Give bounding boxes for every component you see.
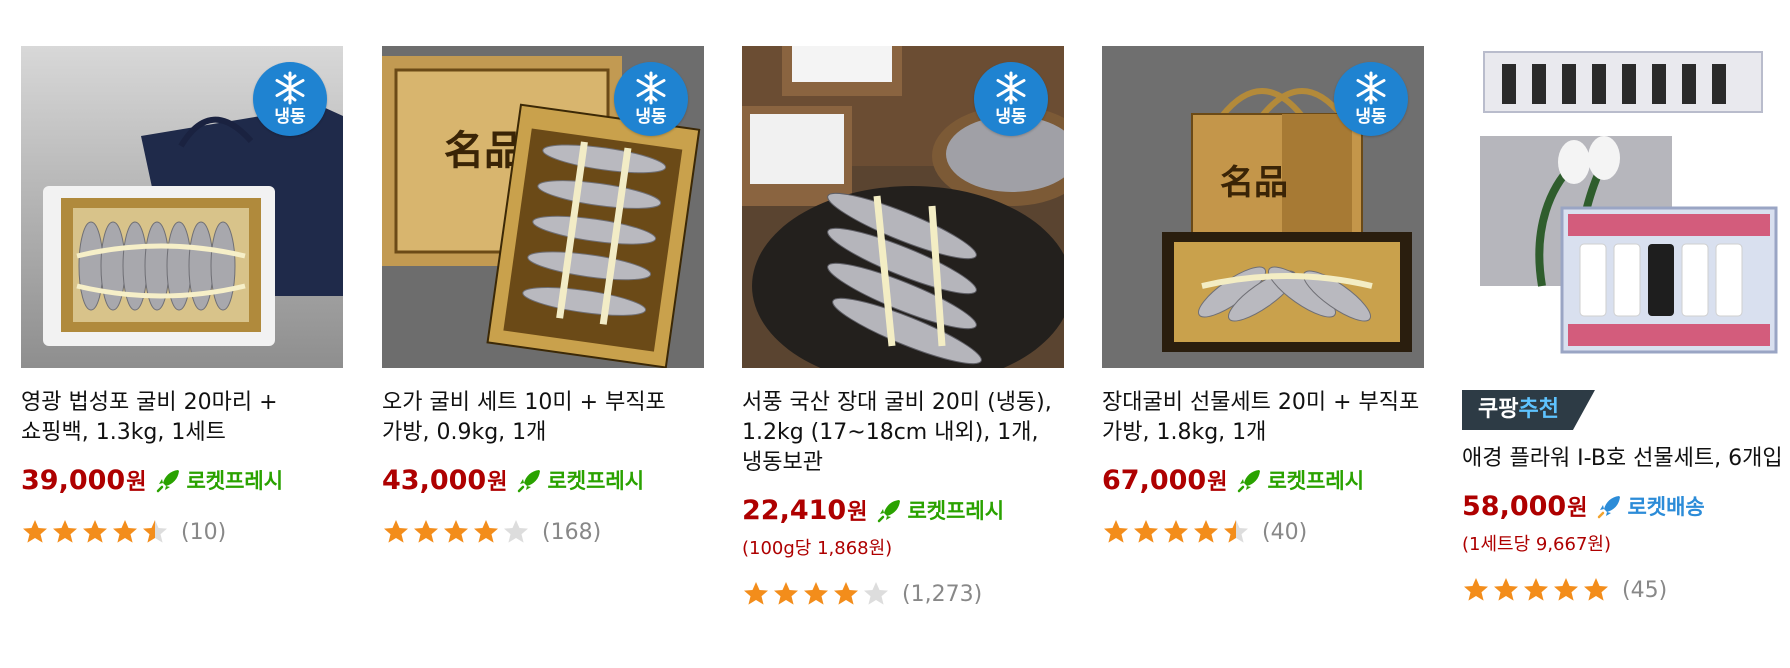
rating: (10) (21, 518, 343, 546)
product-price: 22,410원 (742, 495, 868, 526)
badge-highlight: 추천 (1518, 397, 1559, 422)
review-count: (45) (1622, 577, 1668, 603)
star-icon (1584, 578, 1608, 601)
price-row: 43,000원 로켓프레시 (382, 462, 704, 498)
star-icon (1134, 520, 1158, 543)
product-image[interactable]: 名品 냉동 (382, 46, 704, 368)
rating-stars (1462, 576, 1610, 604)
star-icon (384, 520, 408, 543)
star-icon (414, 520, 438, 543)
frozen-label: 냉동 (995, 107, 1027, 127)
product-image[interactable] (1462, 46, 1784, 356)
snowflake-icon (1356, 71, 1386, 105)
star-icon (1164, 520, 1188, 543)
product-price: 67,000원 (1102, 465, 1228, 496)
star-icon (83, 520, 107, 543)
unit-price: (100g당 1,868원) (742, 538, 893, 559)
star-icon (474, 520, 498, 543)
frozen-badge: 냉동 (1334, 62, 1408, 136)
badge-prefix: 쿠팡 (1478, 397, 1519, 422)
frozen-label: 냉동 (274, 107, 306, 127)
product-name[interactable]: 애경 플라워 I-B호 선물세트, 6개입 (1462, 444, 1784, 474)
rocket-fresh-icon (878, 500, 901, 523)
frozen-badge: 냉동 (614, 62, 688, 136)
frozen-badge: 냉동 (974, 62, 1048, 136)
rating: (45) (1462, 576, 1784, 604)
snowflake-icon (636, 71, 666, 105)
review-count: (168) (542, 519, 602, 545)
product-card[interactable]: 名品 냉동 오가 굴비 세트 10미 + 부직포 가방, 0.9kg, 1개 4… (382, 46, 704, 546)
product-name[interactable]: 오가 굴비 세트 10미 + 부직포 가방, 0.9kg, 1개 (382, 388, 704, 448)
star-icon (834, 582, 858, 605)
frozen-label: 냉동 (635, 107, 667, 127)
rating: (168) (382, 518, 704, 546)
star-icon (864, 582, 888, 605)
product-price: 39,000원 (21, 465, 147, 496)
rating-stars (382, 518, 530, 546)
unit-price: (1세트당 9,667원) (1462, 534, 1611, 555)
frozen-badge: 냉동 (253, 62, 327, 136)
star-icon (53, 520, 77, 543)
svg-text:名品: 名品 (1220, 163, 1288, 203)
product-price: 58,000원 (1462, 491, 1588, 522)
product-name[interactable]: 서풍 국산 장대 굴비 20미 (냉동), 1.2kg (17~18cm 내외)… (742, 388, 1064, 478)
rocket-delivery-icon (1598, 496, 1621, 519)
product-price: 43,000원 (382, 465, 508, 496)
rocket-fresh-label: 로켓프레시 (1237, 465, 1364, 495)
review-count: (10) (181, 519, 227, 545)
product-image[interactable]: 名品 냉동 (1102, 46, 1424, 368)
star-icon (444, 520, 468, 543)
product-card[interactable]: 냉동 영광 법성포 굴비 20마리 + 쇼핑백, 1.3kg, 1세트 39,0… (21, 46, 343, 546)
star-icon (1494, 578, 1518, 601)
price-row: 67,000원 로켓프레시 (1102, 462, 1424, 498)
rating: (40) (1102, 518, 1424, 546)
star-icon (1104, 520, 1128, 543)
price-row: 22,410원 로켓프레시 (742, 492, 1064, 528)
product-card[interactable]: 名品 냉동 장대굴비 선물세트 20미 + 부직포 가방, 1.8kg, 1개 … (1102, 46, 1424, 546)
product-card[interactable]: 냉동 서풍 국산 장대 굴비 20미 (냉동), 1.2kg (17~18cm … (742, 46, 1064, 608)
rating-stars (21, 518, 169, 546)
product-image[interactable]: 냉동 (742, 46, 1064, 368)
rocket-delivery-label: 로켓배송 (1597, 491, 1705, 521)
rocket-fresh-icon (518, 470, 541, 493)
review-count: (1,273) (902, 581, 983, 607)
frozen-label: 냉동 (1355, 107, 1387, 127)
star-icon (504, 520, 528, 543)
product-card[interactable]: 쿠팡추천 애경 플라워 I-B호 선물세트, 6개입 58,000원 로켓배송 … (1462, 46, 1784, 604)
snowflake-icon (996, 71, 1026, 105)
rating: (1,273) (742, 580, 1064, 608)
price-row: 58,000원 로켓배송 (1462, 488, 1784, 524)
rocket-fresh-label: 로켓프레시 (156, 465, 283, 495)
star-icon (774, 582, 798, 605)
rating-stars (1102, 518, 1250, 546)
rating-stars (742, 580, 890, 608)
product-name[interactable]: 장대굴비 선물세트 20미 + 부직포 가방, 1.8kg, 1개 (1102, 388, 1424, 448)
star-icon (1554, 578, 1578, 601)
product-image[interactable]: 냉동 (21, 46, 343, 368)
star-icon (744, 582, 768, 605)
star-icon (1464, 578, 1488, 601)
rocket-fresh-label: 로켓프레시 (877, 495, 1004, 525)
star-icon (1194, 520, 1218, 543)
review-count: (40) (1262, 519, 1308, 545)
star-icon (804, 582, 828, 605)
rocket-fresh-icon (157, 470, 180, 493)
product-grid: 냉동 영광 법성포 굴비 20마리 + 쇼핑백, 1.3kg, 1세트 39,0… (0, 0, 1790, 668)
star-icon (23, 520, 47, 543)
star-icon (143, 520, 167, 543)
star-icon (1524, 578, 1548, 601)
rocket-fresh-icon (1238, 470, 1261, 493)
star-icon (1224, 520, 1248, 543)
product-name[interactable]: 영광 법성포 굴비 20마리 + 쇼핑백, 1.3kg, 1세트 (21, 388, 343, 448)
price-row: 39,000원 로켓프레시 (21, 462, 343, 498)
rocket-fresh-label: 로켓프레시 (517, 465, 644, 495)
coupang-recommend-badge: 쿠팡추천 (1462, 390, 1595, 430)
snowflake-icon (275, 71, 305, 105)
star-icon (113, 520, 137, 543)
